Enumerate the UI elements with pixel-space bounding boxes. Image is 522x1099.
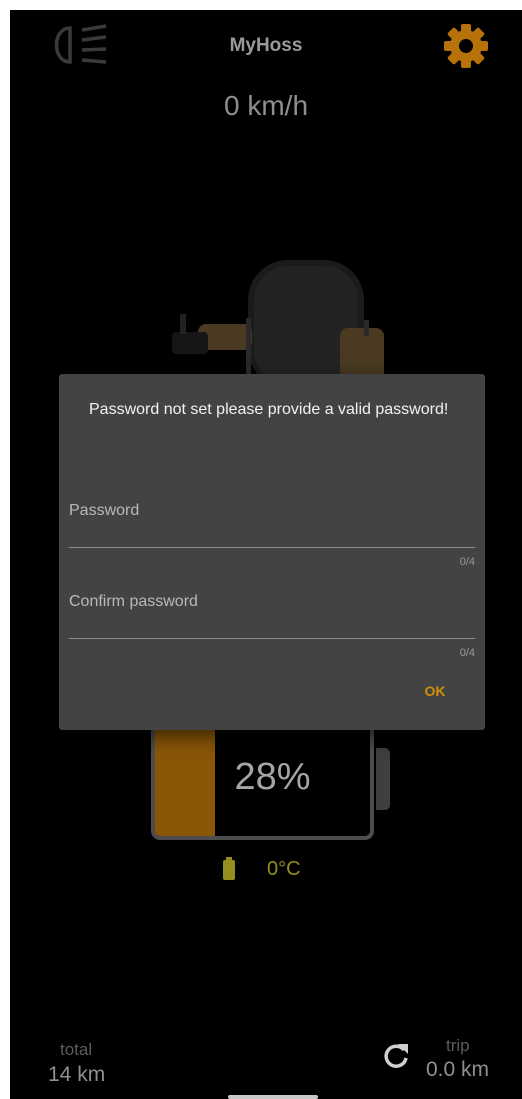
gear-icon[interactable] <box>442 22 490 70</box>
confirm-password-input[interactable] <box>69 611 475 639</box>
confirm-password-char-counter: 0/4 <box>459 647 475 659</box>
trip-distance-value: 0.0 km <box>426 1058 490 1081</box>
password-char-counter: 0/4 <box>459 556 475 568</box>
refresh-icon[interactable] <box>382 1042 410 1070</box>
battery-temperature-icon <box>223 857 235 880</box>
password-field-group: Password 0/4 <box>69 502 475 568</box>
speed-readout: 0 km/h <box>223 90 309 121</box>
total-distance-value: 14 km <box>48 1063 106 1086</box>
ok-button[interactable]: OK <box>413 678 457 704</box>
password-input[interactable] <box>69 520 475 548</box>
battery-temperature: 0°C <box>267 858 301 880</box>
dialog-message: Password not set please provide a valid … <box>89 401 449 418</box>
total-distance-label: total <box>60 1040 93 1059</box>
set-password-dialog: Password not set please provide a valid … <box>59 374 485 730</box>
wheelchair-image <box>172 260 384 388</box>
confirm-password-label: Confirm password <box>69 593 198 610</box>
confirm-password-field-group: Confirm password 0/4 <box>69 593 475 659</box>
app-screen: MyHoss 0 km/h 28% 0°C total 14 km trip 0… <box>10 10 522 1099</box>
home-indicator[interactable] <box>228 1095 318 1099</box>
battery-percent: 28% <box>234 756 311 798</box>
trip-distance-label: trip <box>446 1036 470 1055</box>
battery-terminal <box>376 748 390 810</box>
password-label: Password <box>69 502 140 519</box>
